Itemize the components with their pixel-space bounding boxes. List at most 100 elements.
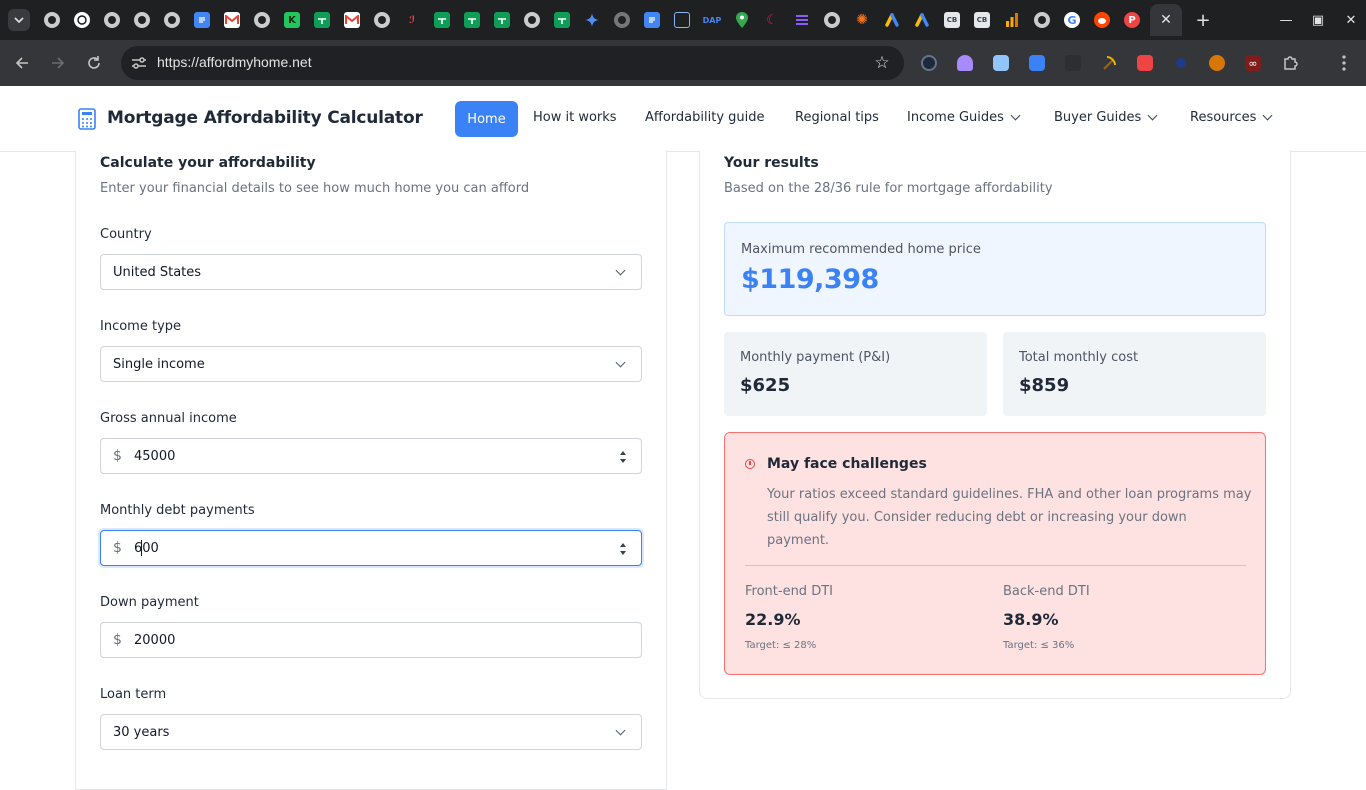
browser-tab[interactable]: K <box>279 8 305 32</box>
browser-tab[interactable] <box>519 8 545 32</box>
cookie-ext-icon[interactable] <box>1207 53 1227 73</box>
browser-tab[interactable] <box>159 8 185 32</box>
browser-tab[interactable] <box>579 8 605 32</box>
browser-tab[interactable] <box>879 8 905 32</box>
ghost-ext-icon[interactable] <box>955 53 975 73</box>
browser-tab[interactable] <box>489 8 515 32</box>
browser-tab[interactable] <box>909 8 935 32</box>
gross-income-input[interactable]: $ 45000 <box>100 438 642 474</box>
browser-tab[interactable]: ✺ <box>849 8 875 32</box>
site-settings-icon[interactable] <box>129 53 149 73</box>
puzzle-icon[interactable] <box>1280 53 1300 73</box>
browser-tab[interactable] <box>819 8 845 32</box>
close-tab-icon[interactable]: ✕ <box>1156 10 1176 30</box>
google-ads-icon <box>884 12 900 28</box>
blank-ext-icon[interactable] <box>1063 53 1083 73</box>
browser-tab[interactable] <box>639 8 665 32</box>
new-tab-button[interactable]: + <box>1192 9 1214 31</box>
reload-icon[interactable] <box>81 50 107 76</box>
nav-regional-tips[interactable]: Regional tips <box>795 110 879 125</box>
chevron-down-icon <box>615 265 626 276</box>
loan-term-value: 30 years <box>113 725 170 740</box>
browser-tab[interactable] <box>69 8 95 32</box>
browser-tab[interactable] <box>219 8 245 32</box>
nav-income-guides[interactable]: Income Guides <box>907 110 1021 125</box>
globe-icon <box>614 12 630 28</box>
blank-ext-icon[interactable] <box>1171 53 1191 73</box>
browser-tab[interactable] <box>789 8 815 32</box>
currency-symbol: $ <box>113 448 122 464</box>
browser-tab[interactable] <box>369 8 395 32</box>
forward-icon[interactable] <box>45 50 71 76</box>
down-payment-input[interactable]: $ 20000 <box>100 622 642 658</box>
url-text[interactable]: https://affordmyhome.net <box>157 54 312 70</box>
down-payment-value: 20000 <box>134 633 176 648</box>
browser-tab[interactable] <box>999 8 1025 32</box>
loan-term-select[interactable]: 30 years <box>100 714 642 750</box>
browser-tab-strip: K ℐ DAP ☾ ✺ CB CB G P ✕ + — ▣ ✕ <box>0 0 1366 40</box>
monthly-debt-input[interactable]: $ 600 <box>100 530 642 566</box>
browser-tab[interactable] <box>1089 8 1115 32</box>
tab-search-icon[interactable] <box>8 9 30 31</box>
chevron-down-icon <box>615 357 626 368</box>
nav-buyer-guides[interactable]: Buyer Guides <box>1054 110 1158 125</box>
moon-icon: ☾ <box>766 12 778 28</box>
browser-tab[interactable] <box>609 8 635 32</box>
gross-income-value: 45000 <box>134 449 176 464</box>
browser-tab[interactable] <box>189 8 215 32</box>
gmail-icon <box>344 12 360 28</box>
nav-affordability-guide[interactable]: Affordability guide <box>645 110 765 125</box>
close-window-icon[interactable]: ✕ <box>1339 8 1363 32</box>
country-select[interactable]: United States <box>100 254 642 290</box>
pickaxe-ext-icon[interactable] <box>1099 53 1119 73</box>
nav-resources[interactable]: Resources <box>1190 110 1273 125</box>
browser-tab[interactable] <box>729 8 755 32</box>
back-dti-target: Target: ≤ 36% <box>1003 640 1075 651</box>
browser-tab[interactable]: CB <box>939 8 965 32</box>
browser-tab[interactable]: CB <box>969 8 995 32</box>
browser-tab[interactable] <box>669 8 695 32</box>
clock-ext-icon[interactable] <box>919 53 939 73</box>
address-bar[interactable]: https://affordmyhome.net ☆ <box>121 46 904 80</box>
image-ext-icon[interactable] <box>991 53 1011 73</box>
browser-tab[interactable]: P <box>1119 8 1145 32</box>
restore-icon[interactable]: ▣ <box>1306 8 1330 32</box>
bookmark-star-icon[interactable]: ☆ <box>872 53 892 73</box>
browser-tab[interactable] <box>459 8 485 32</box>
book-ext-icon[interactable] <box>1027 53 1047 73</box>
browser-tab[interactable] <box>1029 8 1055 32</box>
site-title[interactable]: Mortgage Affordability Calculator <box>107 108 423 128</box>
nav-how-it-works[interactable]: How it works <box>533 110 617 125</box>
browser-tab[interactable] <box>339 8 365 32</box>
browser-tab[interactable]: DAP <box>699 8 725 32</box>
nav-home[interactable]: Home <box>455 101 518 137</box>
globe-icon <box>44 12 60 28</box>
currency-symbol: $ <box>113 632 122 648</box>
browser-tab[interactable]: ☾ <box>759 8 785 32</box>
country-value: United States <box>113 265 202 280</box>
maps-icon <box>734 12 750 28</box>
browser-tab[interactable] <box>249 8 275 32</box>
number-spinner-icon[interactable] <box>619 542 627 556</box>
google-icon: G <box>1064 12 1080 28</box>
calculator-icon <box>78 108 96 130</box>
cb-icon: CB <box>944 12 960 28</box>
minimize-icon[interactable]: — <box>1274 8 1298 32</box>
income-type-select[interactable]: Single income <box>100 346 642 382</box>
back-icon[interactable] <box>9 50 35 76</box>
browser-tab[interactable] <box>549 8 575 32</box>
kebab-menu-icon[interactable] <box>1334 53 1354 73</box>
google-docs-icon <box>194 12 210 28</box>
infinity-ext-icon[interactable]: ∞ <box>1243 53 1263 73</box>
browser-tab[interactable]: ℐ <box>399 8 425 32</box>
browser-tab[interactable] <box>39 8 65 32</box>
google-ads-icon <box>914 12 930 28</box>
pocket-ext-icon[interactable] <box>1135 53 1155 73</box>
globe-icon <box>164 12 180 28</box>
number-spinner-icon[interactable] <box>619 450 627 464</box>
browser-tab[interactable] <box>99 8 125 32</box>
browser-tab[interactable]: G <box>1059 8 1085 32</box>
browser-tab[interactable] <box>429 8 455 32</box>
browser-tab[interactable] <box>309 8 335 32</box>
browser-tab[interactable] <box>129 8 155 32</box>
